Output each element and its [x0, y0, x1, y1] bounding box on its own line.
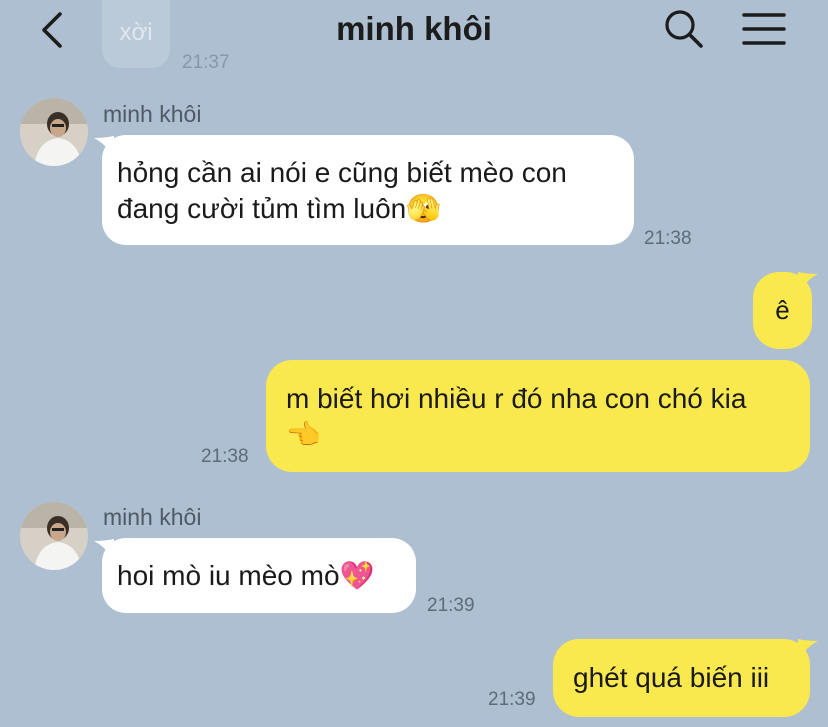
- message-text-line: hỏng cần ai nói e cũng biết mèo con: [117, 157, 567, 188]
- avatar[interactable]: [20, 502, 88, 570]
- avatar-image: [20, 502, 88, 570]
- sender-name: minh khôi: [103, 101, 202, 127]
- message-bubble[interactable]: hoi mò iu mèo mò💖: [102, 538, 416, 613]
- message-time: 21:39: [488, 689, 536, 710]
- message-text: hoi mò iu mèo mò: [117, 560, 340, 591]
- previous-message-bubble[interactable]: xời: [102, 0, 170, 68]
- sender-name: minh khôi: [103, 504, 202, 530]
- pointing-hand-emoji: 👈: [286, 418, 321, 451]
- message-time: 21:38: [644, 228, 692, 249]
- message-text-line: m biết hơi nhiều r đó nha con chó kia: [286, 383, 747, 414]
- avatar[interactable]: [20, 98, 88, 166]
- message-time: 21:39: [427, 595, 475, 616]
- menu-button[interactable]: [742, 12, 786, 46]
- message-text-line: đang cười tủm tìm luôn🫣: [117, 192, 442, 225]
- sparkling-heart-emoji: 💖: [339, 559, 375, 592]
- message-bubble[interactable]: ghét quá biến iii: [553, 639, 810, 717]
- message-time: 21:38: [201, 446, 249, 467]
- message-text-line: 👈: [286, 417, 810, 453]
- menu-icon: [742, 13, 786, 45]
- face-peeking-emoji: 🫣: [406, 192, 442, 225]
- search-icon: [665, 10, 703, 48]
- bubble-tail: [798, 272, 818, 294]
- avatar-image: [20, 98, 88, 166]
- message-bubble[interactable]: m biết hơi nhiều r đó nha con chó kia 👈: [266, 360, 810, 472]
- search-button[interactable]: [664, 8, 704, 50]
- previous-message-time: 21:37: [182, 52, 230, 73]
- message-bubble[interactable]: hỏng cần ai nói e cũng biết mèo con đang…: [102, 135, 634, 245]
- bubble-tail: [798, 639, 818, 661]
